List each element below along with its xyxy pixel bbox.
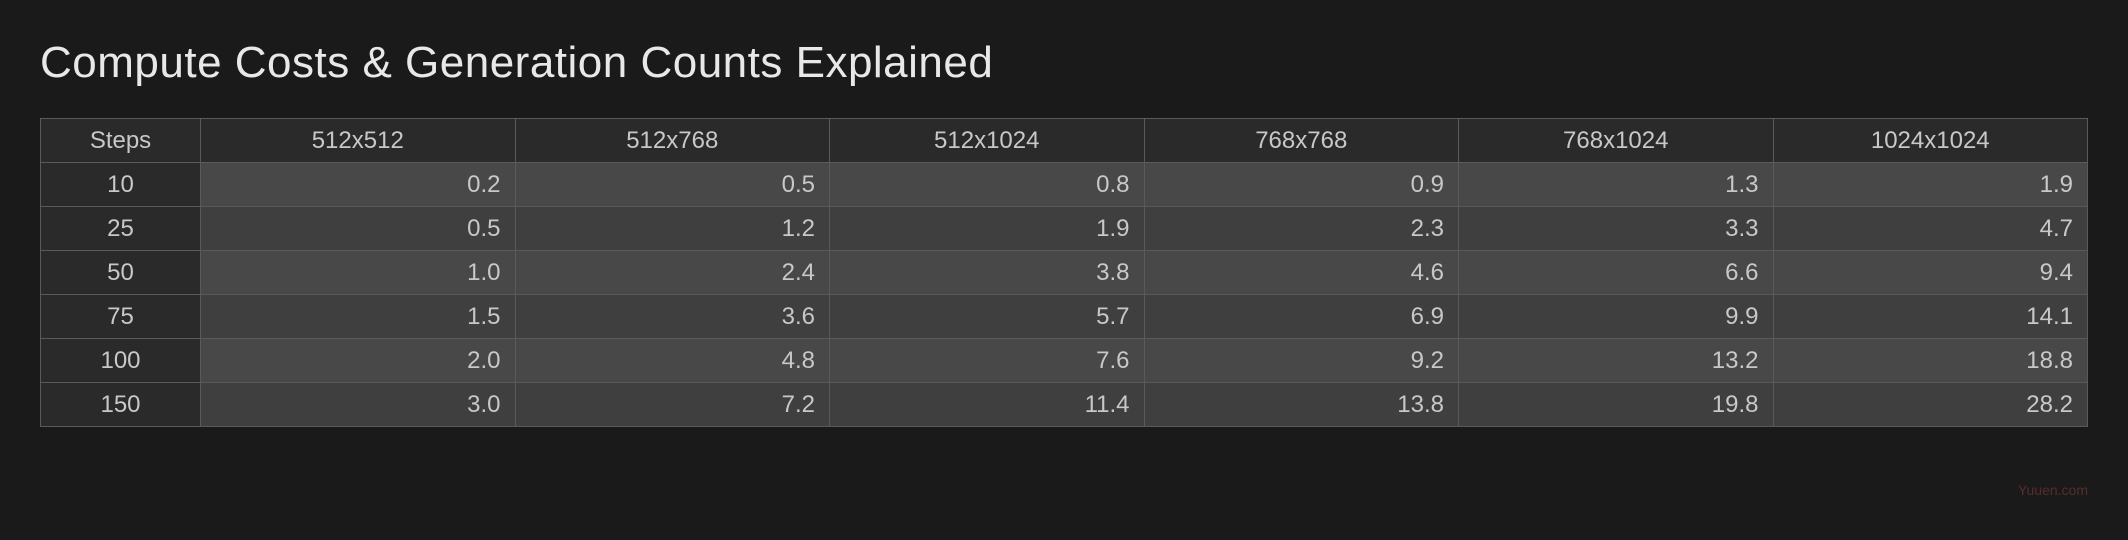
col-header-768x1024: 768x1024 <box>1459 119 1774 163</box>
row-steps: 75 <box>41 295 201 339</box>
table-row: 100 2.0 4.8 7.6 9.2 13.2 18.8 <box>41 339 2088 383</box>
cell-value: 4.8 <box>515 339 830 383</box>
cell-value: 0.2 <box>201 163 516 207</box>
table-row: 50 1.0 2.4 3.8 4.6 6.6 9.4 <box>41 251 2088 295</box>
cell-value: 2.0 <box>201 339 516 383</box>
cell-value: 7.2 <box>515 383 830 427</box>
cell-value: 6.9 <box>1144 295 1459 339</box>
cell-value: 1.0 <box>201 251 516 295</box>
cell-value: 7.6 <box>830 339 1145 383</box>
cell-value: 0.9 <box>1144 163 1459 207</box>
cell-value: 9.2 <box>1144 339 1459 383</box>
row-steps: 10 <box>41 163 201 207</box>
cell-value: 9.9 <box>1459 295 1774 339</box>
col-header-512x768: 512x768 <box>515 119 830 163</box>
cell-value: 1.2 <box>515 207 830 251</box>
col-header-768x768: 768x768 <box>1144 119 1459 163</box>
cell-value: 13.8 <box>1144 383 1459 427</box>
table-header-row: Steps 512x512 512x768 512x1024 768x768 7… <box>41 119 2088 163</box>
row-steps: 150 <box>41 383 201 427</box>
cell-value: 19.8 <box>1459 383 1774 427</box>
cell-value: 1.9 <box>1773 163 2088 207</box>
cell-value: 18.8 <box>1773 339 2088 383</box>
cell-value: 9.4 <box>1773 251 2088 295</box>
cell-value: 1.9 <box>830 207 1145 251</box>
cell-value: 1.3 <box>1459 163 1774 207</box>
cell-value: 3.3 <box>1459 207 1774 251</box>
row-steps: 100 <box>41 339 201 383</box>
page-title: Compute Costs & Generation Counts Explai… <box>40 38 2088 88</box>
cell-value: 3.8 <box>830 251 1145 295</box>
table-row: 10 0.2 0.5 0.8 0.9 1.3 1.9 <box>41 163 2088 207</box>
compute-costs-table: Steps 512x512 512x768 512x1024 768x768 7… <box>40 118 2088 427</box>
cell-value: 5.7 <box>830 295 1145 339</box>
cell-value: 14.1 <box>1773 295 2088 339</box>
cell-value: 2.3 <box>1144 207 1459 251</box>
row-steps: 25 <box>41 207 201 251</box>
cell-value: 3.0 <box>201 383 516 427</box>
cell-value: 0.8 <box>830 163 1145 207</box>
table-row: 75 1.5 3.6 5.7 6.9 9.9 14.1 <box>41 295 2088 339</box>
cell-value: 11.4 <box>830 383 1145 427</box>
cell-value: 0.5 <box>515 163 830 207</box>
cell-value: 4.7 <box>1773 207 2088 251</box>
watermark: Yuuen.com <box>2018 482 2088 498</box>
cell-value: 4.6 <box>1144 251 1459 295</box>
cell-value: 3.6 <box>515 295 830 339</box>
col-header-512x512: 512x512 <box>201 119 516 163</box>
table-row: 150 3.0 7.2 11.4 13.8 19.8 28.2 <box>41 383 2088 427</box>
row-steps: 50 <box>41 251 201 295</box>
cell-value: 13.2 <box>1459 339 1774 383</box>
cell-value: 6.6 <box>1459 251 1774 295</box>
col-header-steps: Steps <box>41 119 201 163</box>
cell-value: 2.4 <box>515 251 830 295</box>
cell-value: 1.5 <box>201 295 516 339</box>
col-header-1024x1024: 1024x1024 <box>1773 119 2088 163</box>
table-row: 25 0.5 1.2 1.9 2.3 3.3 4.7 <box>41 207 2088 251</box>
cell-value: 28.2 <box>1773 383 2088 427</box>
cell-value: 0.5 <box>201 207 516 251</box>
col-header-512x1024: 512x1024 <box>830 119 1145 163</box>
